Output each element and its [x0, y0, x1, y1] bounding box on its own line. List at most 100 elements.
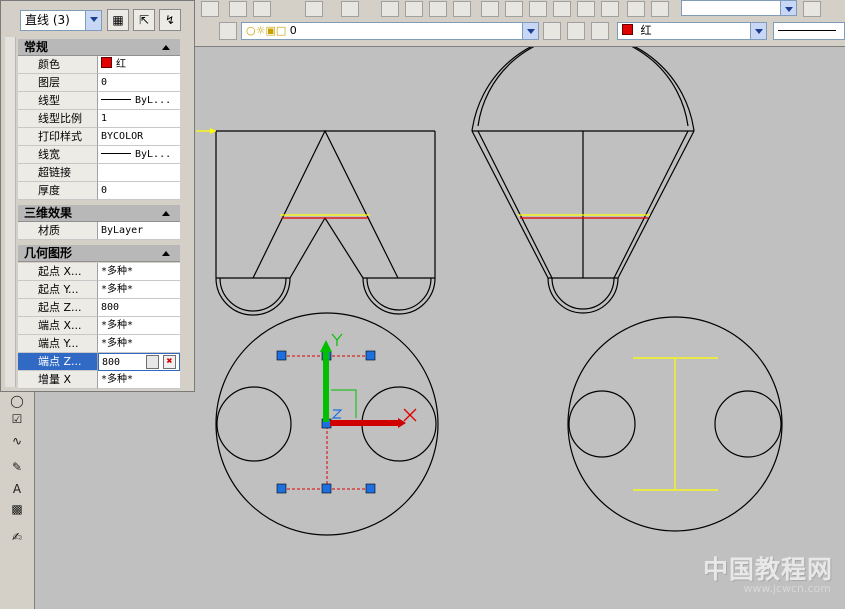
layer-previous-icon[interactable] — [567, 22, 585, 40]
tool-palette-icon[interactable] — [529, 1, 547, 17]
section-geometry-title: 几何图形 — [24, 246, 73, 260]
prop-key: 端点 Z... — [18, 353, 98, 371]
prop-row-hyperlink[interactable]: 超链接 — [18, 164, 180, 182]
spline-icon[interactable]: ∿ — [8, 432, 26, 450]
collapse-icon[interactable] — [162, 211, 170, 216]
object-type-value: 直线 (3) — [25, 13, 70, 27]
pick-point-icon[interactable]: ✖ — [163, 355, 176, 369]
zoom-previous-icon[interactable] — [453, 1, 471, 17]
prop-row-material[interactable]: 材质 ByLayer — [18, 222, 180, 240]
prop-value[interactable]: *多种* — [98, 263, 180, 281]
prop-value[interactable]: ByL... — [98, 146, 180, 164]
end-z-input[interactable]: 800 ✖ — [98, 353, 180, 371]
table-icon[interactable]: ▩ — [8, 500, 26, 518]
redo-icon[interactable] — [341, 1, 359, 17]
prop-key: 图层 — [18, 74, 98, 92]
collapse-icon[interactable] — [162, 45, 170, 50]
prop-value[interactable]: BYCOLOR — [98, 128, 180, 146]
color-swatch-icon — [101, 57, 112, 68]
layer-states-icon[interactable] — [591, 22, 609, 40]
style-manager-icon[interactable] — [803, 1, 821, 17]
ellipse-arc-icon[interactable]: ◯ — [8, 392, 26, 410]
copy-icon[interactable] — [229, 1, 247, 17]
layer-manager-icon[interactable] — [219, 22, 237, 40]
grip-handle — [276, 483, 287, 494]
prop-value[interactable]: *多种* — [98, 335, 180, 353]
prop-key: 起点 Y... — [18, 281, 98, 299]
prop-row-linetype[interactable]: 线型 ByL... — [18, 92, 180, 110]
prop-row-end-x[interactable]: 端点 X... *多种* — [18, 317, 180, 335]
prop-key: 超链接 — [18, 164, 98, 182]
prop-value[interactable]: *多种* — [98, 317, 180, 335]
prop-value[interactable] — [98, 164, 180, 182]
prop-row-plot-style[interactable]: 打印样式 BYCOLOR — [18, 128, 180, 146]
prop-row-lineweight[interactable]: 线宽 ByL... — [18, 146, 180, 164]
watermark-url: www.jcwcn.com — [743, 582, 831, 595]
prop-value[interactable]: 红 — [98, 56, 180, 74]
prop-value[interactable]: 800 — [98, 299, 180, 317]
design-center-icon[interactable] — [505, 1, 523, 17]
select-objects-icon[interactable]: ⇱ — [133, 9, 155, 31]
multiline-text-icon[interactable]: A — [8, 480, 26, 498]
properties-icon[interactable] — [481, 1, 499, 17]
collapse-icon[interactable] — [162, 251, 170, 256]
color-swatch-icon — [622, 24, 633, 35]
pan-icon[interactable] — [381, 1, 399, 17]
edit-icon[interactable]: ✍ — [8, 528, 26, 546]
markup-icon[interactable] — [577, 1, 595, 17]
prop-row-end-z[interactable]: 端点 Z... 800 ✖ — [18, 353, 180, 371]
layer-combo[interactable]: ○☼▣□ 0 — [241, 22, 539, 40]
style-combo[interactable] — [681, 0, 797, 16]
object-type-combo[interactable]: 直线 (3) — [20, 10, 102, 31]
undo-icon[interactable] — [305, 1, 323, 17]
section-3d-effects[interactable]: 三维效果 — [18, 205, 180, 222]
grip-handle — [276, 350, 287, 361]
prop-row-delta-x[interactable]: 增量 X *多种* — [18, 371, 180, 389]
prop-key: 起点 X... — [18, 263, 98, 281]
grip-handle — [321, 483, 332, 494]
grip-handle — [365, 483, 376, 494]
main-toolbar: ○☼▣□ 0 红 — [193, 0, 845, 47]
prop-value[interactable]: *多种* — [98, 371, 180, 389]
make-current-layer-icon[interactable] — [543, 22, 561, 40]
prop-row-layer[interactable]: 图层 0 — [18, 74, 180, 92]
prop-value[interactable]: 1 — [98, 110, 180, 128]
prop-value[interactable]: ByL... — [98, 92, 180, 110]
prop-row-end-y[interactable]: 端点 Y... *多种* — [18, 335, 180, 353]
zoom-realtime-icon[interactable] — [405, 1, 423, 17]
brush-icon[interactable] — [651, 1, 669, 17]
layer-combo-value: 0 — [289, 24, 297, 37]
hatch-icon[interactable]: ✎ — [8, 458, 26, 476]
toggle-pickadd-icon[interactable]: ▦ — [107, 9, 129, 31]
section-geometry[interactable]: 几何图形 — [18, 245, 180, 262]
prop-value-text: ByL... — [135, 95, 172, 106]
prop-key: 材质 — [18, 222, 98, 240]
insert-block-icon[interactable]: ☑ — [8, 410, 26, 428]
prop-key: 打印样式 — [18, 128, 98, 146]
linetype-glyph-icon — [778, 30, 836, 31]
prop-value[interactable]: 0 — [98, 74, 180, 92]
help-icon[interactable] — [627, 1, 645, 17]
palette-scrollbar[interactable] — [5, 37, 16, 387]
linetype-combo[interactable] — [773, 22, 845, 40]
color-combo[interactable]: 红 — [617, 22, 767, 40]
prop-value[interactable]: ByLayer — [98, 222, 180, 240]
prop-row-start-z[interactable]: 起点 Z... 800 — [18, 299, 180, 317]
refresh-icon[interactable] — [201, 1, 219, 17]
calculator-icon[interactable] — [146, 355, 159, 369]
prop-key: 颜色 — [18, 56, 98, 74]
prop-row-color[interactable]: 颜色 红 — [18, 56, 180, 74]
prop-value[interactable]: 0 — [98, 182, 180, 200]
prop-value[interactable]: *多种* — [98, 281, 180, 299]
prop-row-start-y[interactable]: 起点 Y... *多种* — [18, 281, 180, 299]
sheet-set-icon[interactable] — [553, 1, 571, 17]
prop-key: 厚度 — [18, 182, 98, 200]
quick-select-icon[interactable]: ↯ — [159, 9, 181, 31]
section-general[interactable]: 常规 — [18, 39, 180, 56]
paste-icon[interactable] — [253, 1, 271, 17]
calculator-icon[interactable] — [601, 1, 619, 17]
prop-row-linetype-scale[interactable]: 线型比例 1 — [18, 110, 180, 128]
prop-row-thickness[interactable]: 厚度 0 — [18, 182, 180, 200]
prop-row-start-x[interactable]: 起点 X... *多种* — [18, 263, 180, 281]
zoom-window-icon[interactable] — [429, 1, 447, 17]
